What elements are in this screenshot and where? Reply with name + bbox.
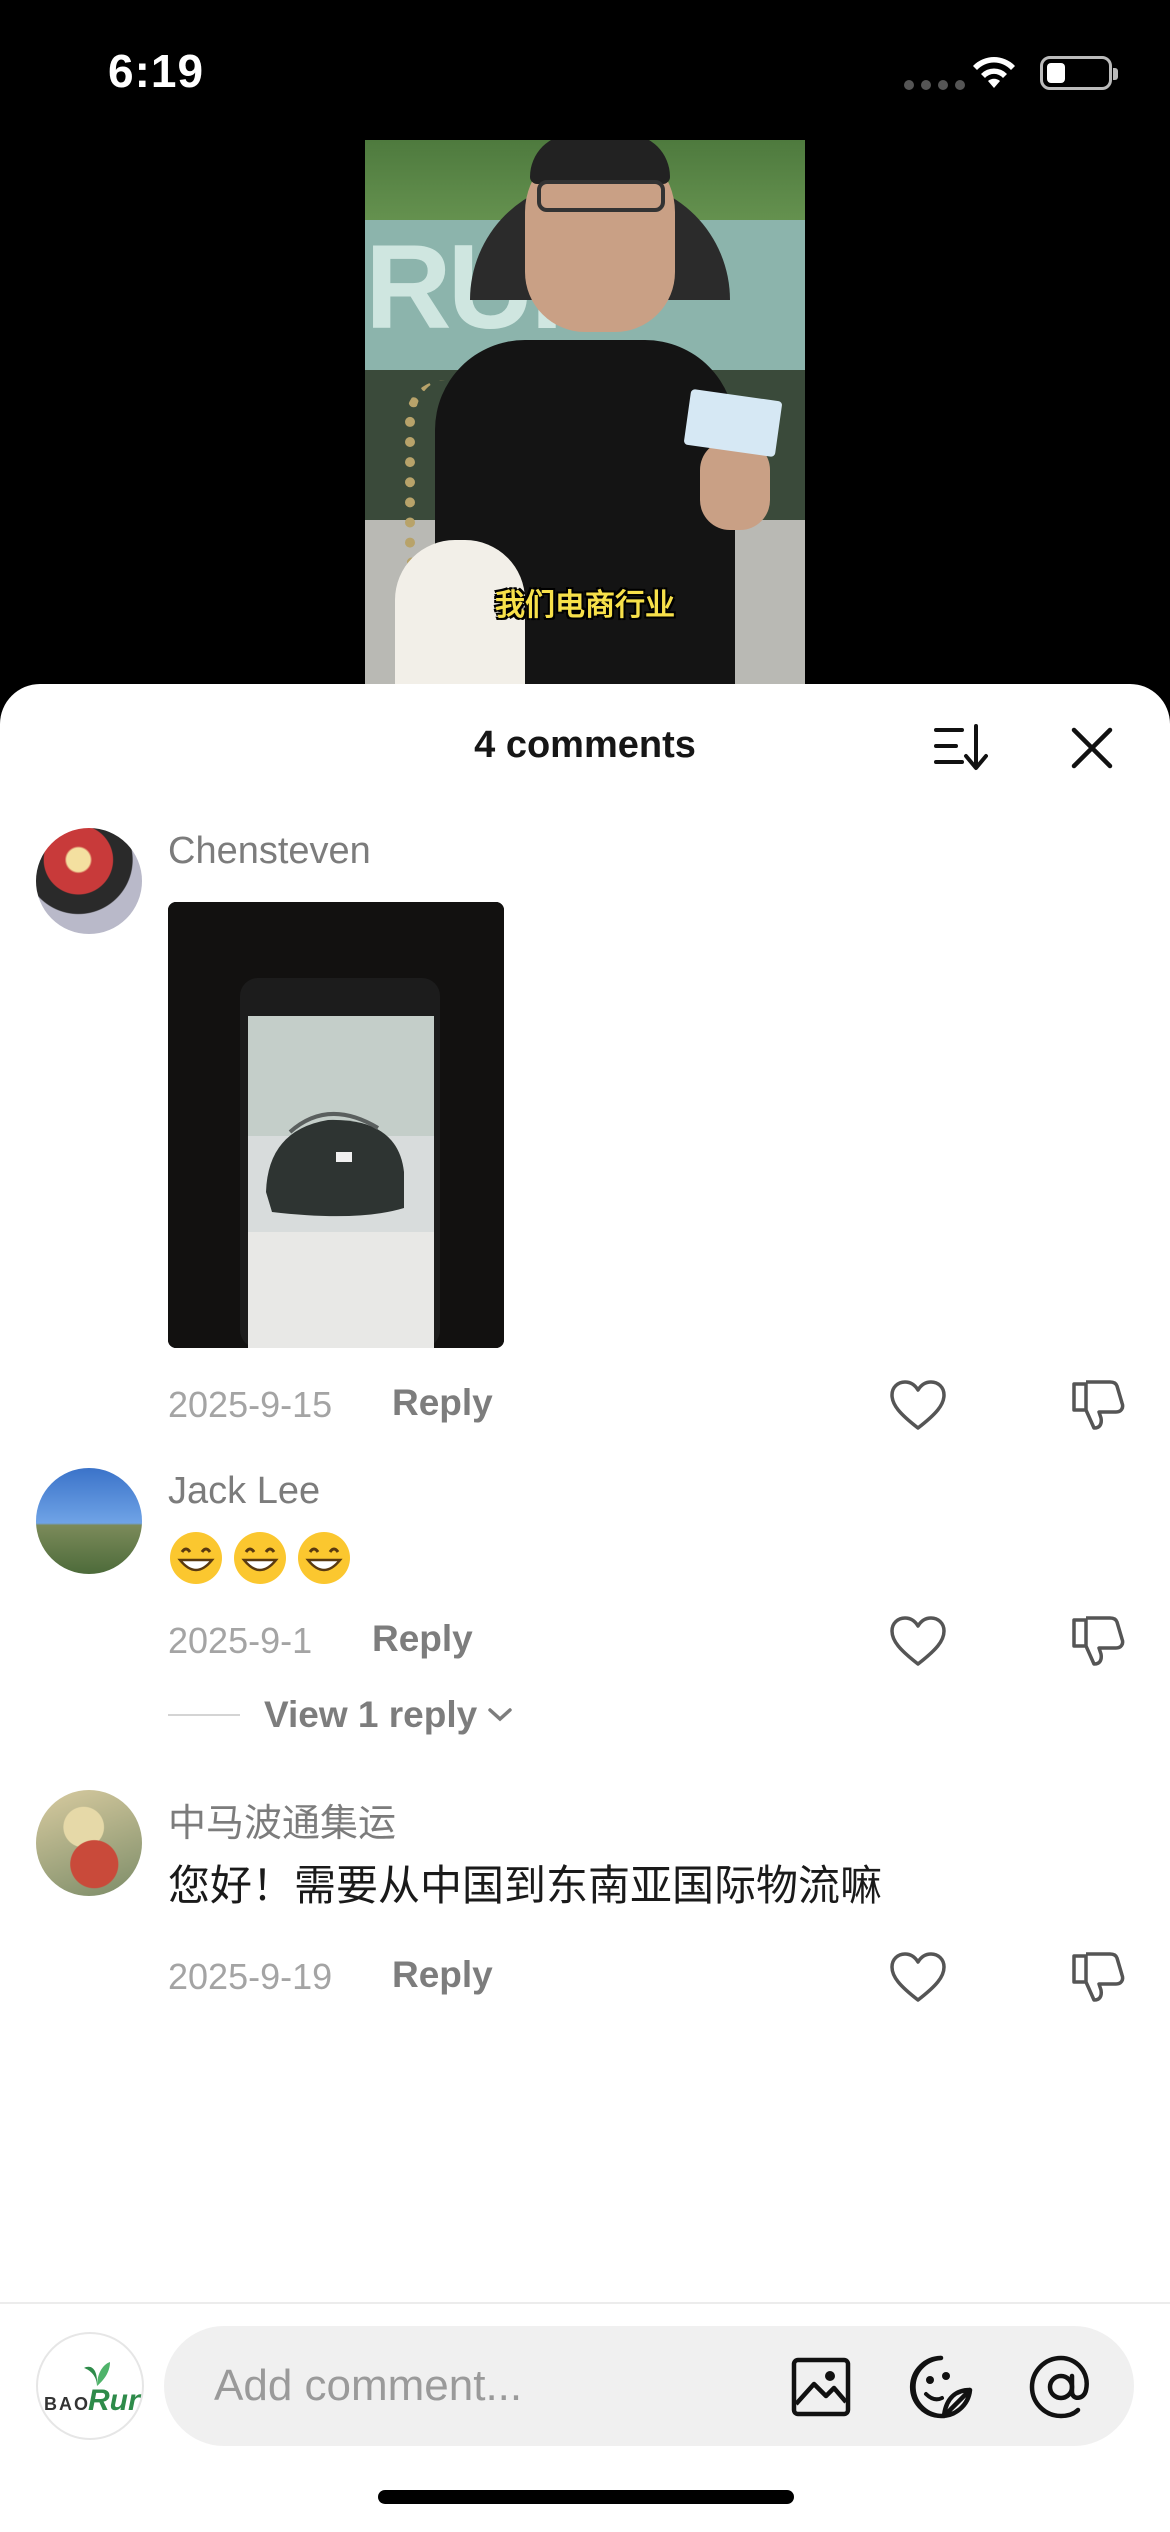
comment-date: 2025-9-15	[168, 1384, 333, 1425]
comment-date: 2025-9-1	[168, 1620, 313, 1661]
comment-image-attachment[interactable]	[168, 902, 504, 1348]
comment-emoji-text: 😄😄😄	[168, 1530, 368, 1588]
composer-divider	[0, 2302, 1170, 2304]
logo-text-run: Run	[88, 2384, 144, 2417]
comment-username[interactable]: Jack Lee	[168, 1470, 320, 1513]
home-indicator	[378, 2490, 794, 2504]
image-icon[interactable]	[790, 2356, 852, 2418]
avatar[interactable]	[36, 1468, 142, 1574]
thumbs-down-icon[interactable]	[1068, 1374, 1128, 1434]
comments-count-title: 4 comments	[474, 724, 696, 766]
comment-username[interactable]: Chensteven	[168, 830, 371, 873]
divider	[168, 1714, 240, 1716]
battery-icon	[1040, 56, 1118, 90]
status-bar: 6:19	[0, 0, 1170, 140]
comments-sheet: 4 comments Chensteven 2025-9-15 Reply Ja…	[0, 684, 1170, 2532]
logo-text-bao: BAO	[44, 2394, 90, 2414]
video-caption: 我们电商行业	[495, 589, 675, 622]
chevron-down-icon	[488, 1708, 512, 1722]
wifi-icon	[973, 57, 1015, 88]
close-icon[interactable]	[1066, 722, 1118, 774]
status-time: 6:19	[108, 45, 205, 97]
mention-icon[interactable]	[1028, 2354, 1094, 2420]
phone-photo	[168, 902, 504, 1348]
heart-icon[interactable]	[888, 1614, 948, 1670]
heart-icon[interactable]	[888, 1950, 948, 2006]
grinning-emoji-icon	[234, 1532, 286, 1584]
sticker-icon[interactable]	[908, 2354, 974, 2420]
comment-input[interactable]	[214, 2326, 774, 2446]
avatar[interactable]	[36, 828, 142, 934]
thumbs-down-icon[interactable]	[1068, 1610, 1128, 1670]
heart-icon[interactable]	[888, 1378, 948, 1434]
comment-date: 2025-9-19	[168, 1956, 333, 1997]
signal-icon	[904, 80, 965, 90]
thumbs-down-icon[interactable]	[1068, 1946, 1128, 2006]
reply-button[interactable]: Reply	[392, 1382, 493, 1424]
comment-username[interactable]: 中马波通集运	[168, 1792, 396, 1847]
grinning-emoji-icon	[170, 1532, 222, 1584]
user-avatar-logo[interactable]: BAO Run	[36, 2332, 144, 2440]
avatar[interactable]	[36, 1790, 142, 1896]
video-player[interactable]: RUI 我们电商行业	[365, 140, 805, 685]
sort-icon[interactable]	[932, 722, 988, 772]
reply-button[interactable]: Reply	[372, 1618, 473, 1660]
reply-button[interactable]: Reply	[392, 1954, 493, 1996]
view-replies-button[interactable]: View 1 reply	[168, 1694, 513, 1736]
grinning-emoji-icon	[298, 1532, 350, 1584]
comment-composer	[164, 2326, 1134, 2446]
view-replies-label: View 1 reply	[264, 1694, 478, 1735]
comment-text: 您好！需要从中国到东南亚国际物流嘛	[168, 1862, 883, 1909]
